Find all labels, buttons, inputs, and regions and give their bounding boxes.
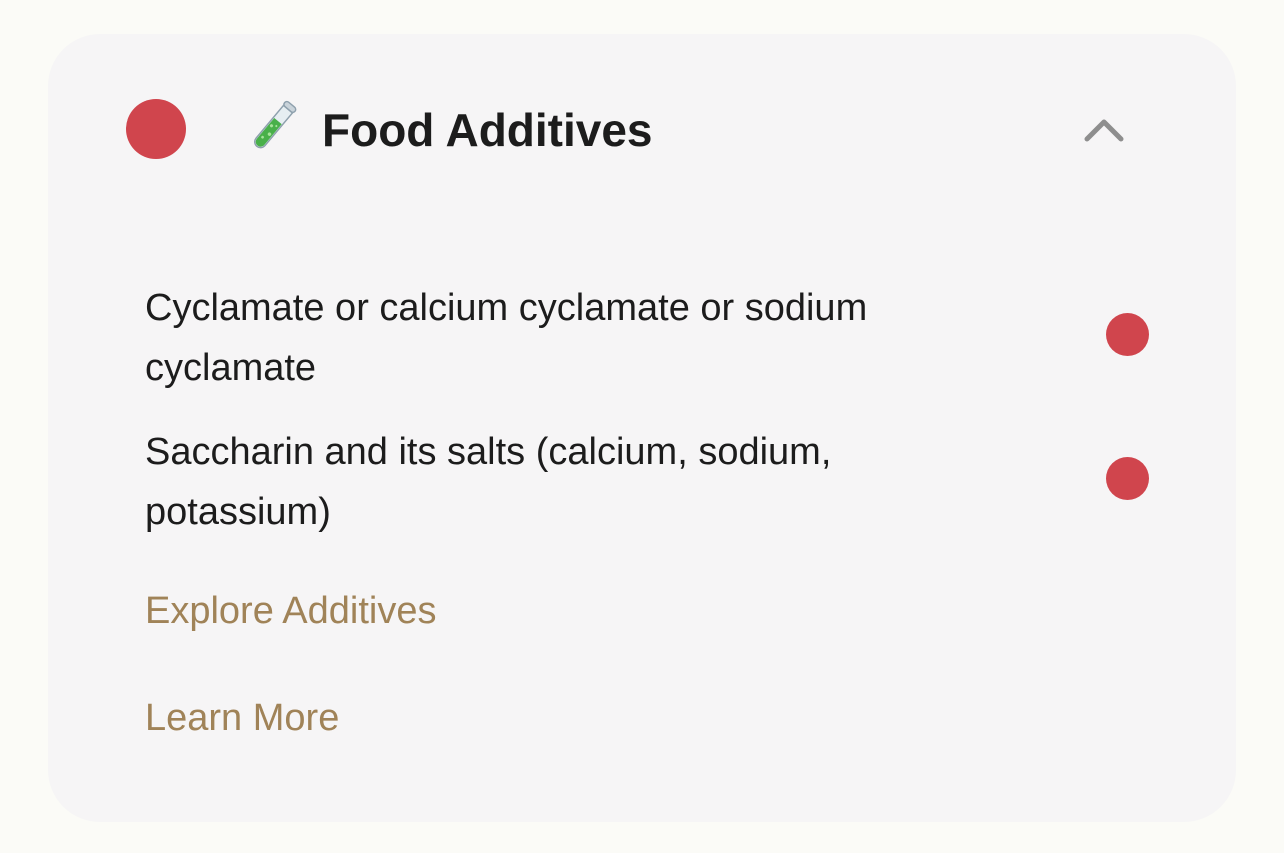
additive-label: Saccharin and its salts (calcium, sodium… <box>145 431 832 533</box>
additive-label: Cyclamate or calcium cyclamate or sodium… <box>145 287 868 389</box>
chevron-up-icon[interactable] <box>1082 112 1126 144</box>
additives-list: Cyclamate or calcium cyclamate or sodium… <box>145 278 1155 566</box>
food-additives-card: Food Additives Cyclamate or calcium cycl… <box>48 34 1236 822</box>
learn-more-link[interactable]: Learn More <box>145 694 339 742</box>
explore-additives-link[interactable]: Explore Additives <box>145 587 437 635</box>
list-item[interactable]: Cyclamate or calcium cyclamate or sodium… <box>145 278 1155 422</box>
section-header[interactable]: Food Additives <box>48 34 1236 234</box>
test-tube-icon <box>254 100 297 149</box>
additive-status-indicator <box>1106 313 1149 356</box>
list-item[interactable]: Saccharin and its salts (calcium, sodium… <box>145 422 1155 566</box>
additive-status-indicator <box>1106 457 1149 500</box>
section-title: Food Additives <box>322 104 653 156</box>
section-status-indicator <box>126 99 186 159</box>
